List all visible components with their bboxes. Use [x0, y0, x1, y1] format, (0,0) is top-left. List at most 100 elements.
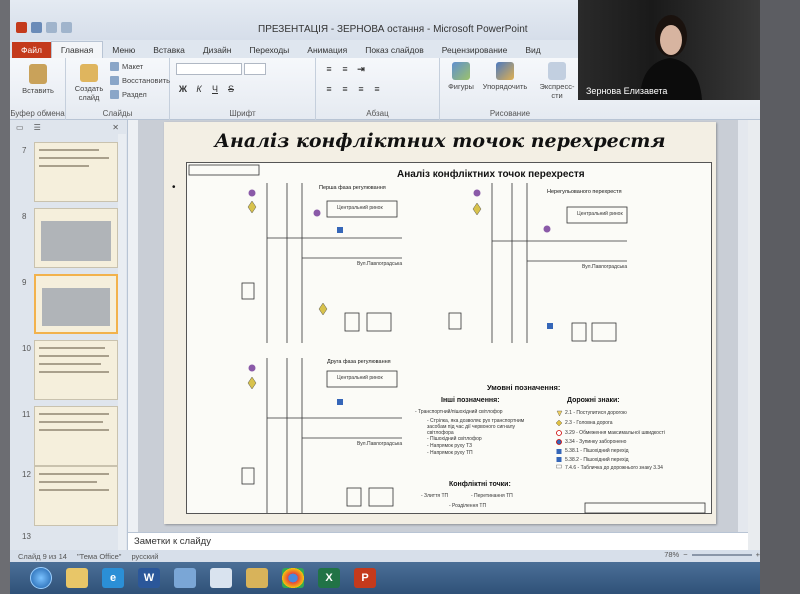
layout-button[interactable]: Макет [110, 62, 143, 71]
slide-thumbnail[interactable] [34, 406, 118, 466]
align-center-button[interactable]: ≡ [340, 84, 350, 94]
tab-animation[interactable]: Анимация [298, 42, 356, 58]
files-icon[interactable] [174, 568, 196, 588]
building-block [344, 312, 360, 332]
drawing-stamp [584, 502, 706, 514]
zoom-level[interactable]: 78% [664, 550, 679, 559]
paint-icon[interactable] [246, 568, 268, 588]
quick-styles-icon [548, 62, 566, 80]
bold-button[interactable]: Ж [178, 84, 188, 94]
zoom-out-icon[interactable]: − [683, 550, 687, 559]
save-icon[interactable] [31, 22, 42, 33]
tab-transitions[interactable]: Переходы [240, 42, 298, 58]
excel-icon[interactable]: X [318, 568, 340, 588]
tab-review[interactable]: Рецензирование [433, 42, 517, 58]
slide-thumbnail-selected[interactable] [34, 274, 118, 334]
align-right-button[interactable]: ≡ [356, 84, 366, 94]
slide-thumbnail[interactable] [34, 142, 118, 202]
tab-view[interactable]: Вид [516, 42, 549, 58]
slide-thumbnail[interactable] [34, 208, 118, 268]
traffic-light-marker [473, 189, 481, 197]
conflict-points-title: Конфліктні точки: [449, 481, 511, 488]
outline-tab[interactable]: ☰ [34, 123, 41, 132]
vertical-ruler [128, 120, 138, 532]
street-label: Вул.Павлоградська [357, 261, 403, 267]
file-explorer-icon[interactable] [66, 568, 88, 588]
legend-item: - Напрямок руху ТП [427, 450, 473, 456]
section-label: Раздел [122, 90, 147, 99]
bullets-button[interactable]: ≡ [324, 64, 334, 75]
windows-taskbar: e W X P [10, 562, 790, 594]
participant-name: Зернова Елизавета [586, 86, 668, 96]
legend-item: - Стрілка, яка дозволяє рух транспортним… [427, 418, 525, 436]
intersection-drawing[interactable]: Аналіз конфліктних точок перехрестя Перш… [186, 162, 712, 514]
slide-title[interactable]: Аналіз конфліктних точок перехрестя [164, 130, 716, 152]
phase2-label: Друга фаза регулювання [327, 359, 391, 365]
powerpoint-icon[interactable]: P [354, 568, 376, 588]
reset-label: Восстановить [122, 76, 171, 85]
window-title: ПРЕЗЕНТАЦІЯ - ЗЕРНОВА остання - Microsof… [258, 24, 528, 35]
section-icon [110, 90, 119, 99]
word-icon[interactable]: W [138, 568, 160, 588]
tab-menu[interactable]: Меню [103, 42, 144, 58]
road-signs-title: Дорожні знаки: [567, 397, 620, 404]
building-block [368, 487, 394, 507]
legend-markers [555, 410, 563, 469]
current-slide[interactable]: Аналіз конфліктних точок перехрестя • Ан… [164, 122, 716, 524]
tab-design[interactable]: Дизайн [194, 42, 241, 58]
underline-button[interactable]: Ч [210, 84, 220, 94]
arrange-button[interactable]: Упорядочить [480, 62, 530, 91]
slide-thumbnail[interactable] [34, 340, 118, 400]
close-pane-icon[interactable]: ✕ [112, 123, 119, 132]
tab-home[interactable]: Главная [50, 41, 104, 58]
paste-button[interactable]: Вставить [18, 64, 58, 95]
zoom-slider[interactable] [691, 553, 752, 556]
justify-button[interactable]: ≡ [372, 84, 382, 94]
monitor-bezel-right [760, 0, 800, 594]
numbering-button[interactable]: ≡ [340, 64, 350, 75]
conflict-item: - Розділення ТП [449, 503, 487, 509]
slides-group-label: Слайды [102, 109, 133, 118]
notes-pane[interactable]: Заметки к слайду [128, 532, 748, 550]
conflict-item: - Злиття ТП [421, 493, 449, 499]
quick-styles-button[interactable]: Экспресс-сти [534, 62, 580, 100]
reset-button[interactable]: Восстановить [110, 76, 170, 85]
font-family-select[interactable] [176, 63, 242, 75]
drawing-heading: Аналіз конфліктних точок перехрестя [397, 169, 585, 180]
font-size-select[interactable] [244, 63, 266, 75]
language-indicator[interactable]: русский [131, 552, 158, 561]
thumb-text-line [39, 421, 103, 423]
indent-button[interactable]: ⇥ [356, 64, 366, 75]
tab-slideshow[interactable]: Показ слайдов [356, 42, 433, 58]
align-left-button[interactable]: ≡ [324, 84, 334, 94]
slide-thumbnail[interactable] [34, 466, 118, 526]
road-sign-marker [472, 202, 482, 216]
chrome-icon[interactable] [282, 568, 304, 588]
traffic-light-marker [543, 225, 551, 233]
redo-icon[interactable] [61, 22, 72, 33]
quick-styles-label: Экспресс-сти [539, 82, 575, 100]
editor-scrollbar[interactable] [738, 120, 748, 532]
thumb-text-line [39, 473, 109, 475]
slide-number: 11 [22, 410, 31, 419]
section-button[interactable]: Раздел [110, 90, 147, 99]
slides-pane-scrollbar[interactable] [118, 134, 126, 552]
thumb-text-line [39, 149, 99, 151]
shapes-icon [452, 62, 470, 80]
road-sign-marker [247, 200, 257, 214]
new-slide-button[interactable]: Создать слайд [72, 64, 106, 102]
undo-icon[interactable] [46, 22, 57, 33]
shapes-button[interactable]: Фигуры [444, 62, 478, 91]
thumb-text-line [39, 363, 101, 365]
slides-tab[interactable]: ▭ [16, 123, 24, 132]
strikethrough-button[interactable]: S [226, 84, 236, 94]
paste-label: Вставить [22, 86, 54, 95]
edge-icon[interactable]: e [102, 568, 124, 588]
start-button[interactable] [30, 567, 52, 589]
tab-insert[interactable]: Вставка [144, 42, 194, 58]
paragraph-group-label: Абзац [366, 109, 389, 118]
notepad-icon[interactable] [210, 568, 232, 588]
italic-button[interactable]: К [194, 84, 204, 94]
thumb-text-line [39, 481, 97, 483]
tab-file[interactable]: Файл [12, 42, 51, 58]
